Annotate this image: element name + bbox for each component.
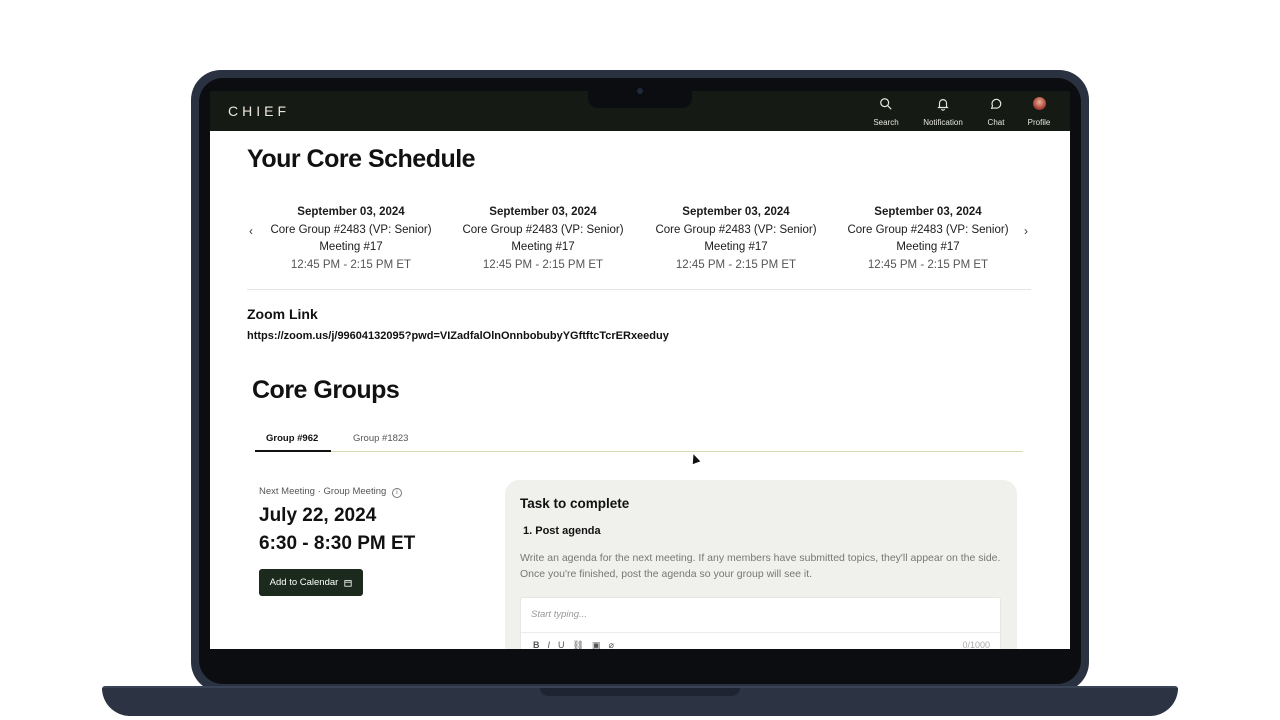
schedule-card[interactable]: September 03, 2024 Core Group #2483 (VP:… [843,204,1013,274]
card-time: 12:45 PM - 2:15 PM ET [482,258,604,271]
nav-chat-label: Chat [987,118,1005,127]
italic-icon[interactable]: I [548,640,551,649]
tab-group-962[interactable]: Group #962 [266,433,318,444]
active-tab-indicator [255,450,331,452]
avatar [1032,97,1046,110]
nav-search[interactable]: Search [858,97,914,127]
section-divider [247,289,1031,290]
task-description: Write an agenda for the next meeting. If… [520,552,1001,580]
editor-divider [521,632,1000,633]
schedule-card[interactable]: September 03, 2024 Core Group #2483 (VP:… [266,204,436,274]
app-screen: CHIEF Search Notification Chat Profile Y… [210,91,1070,649]
card-group: Core Group #2483 (VP: Senior) [462,223,624,236]
next-meeting-date: July 22, 2024 [259,505,377,526]
bell-icon [915,97,971,115]
card-meeting: Meeting #17 [319,241,383,253]
search-icon [858,97,914,115]
card-meeting: Meeting #17 [704,241,768,253]
underline-icon[interactable]: U [558,640,565,649]
character-counter: 0/1000 [962,640,990,649]
next-meeting-label: Next Meeting · Group Meeting i [259,486,402,498]
meeting-type: Group Meeting [323,486,387,497]
nav-notification[interactable]: Notification [915,97,971,127]
nav-profile[interactable]: Profile [1011,97,1067,127]
add-to-calendar-button[interactable]: Add to Calendar [259,569,363,596]
card-meeting: Meeting #17 [511,241,575,253]
card-time: 12:45 PM - 2:15 PM ET [290,258,412,271]
agenda-editor[interactable]: Start typing... B I U ⛓ ▣ ⌀ 0/1000 [520,597,1001,649]
image-icon[interactable]: ▣ [592,640,601,649]
task-step: 1. Post agenda [523,525,601,537]
editor-placeholder[interactable]: Start typing... [531,609,587,620]
carousel-next-arrow[interactable]: › [1024,224,1028,238]
card-time: 12:45 PM - 2:15 PM ET [867,258,989,271]
schedule-card[interactable]: September 03, 2024 Core Group #2483 (VP:… [458,204,628,274]
card-time: 12:45 PM - 2:15 PM ET [675,258,797,271]
bold-icon[interactable]: B [533,640,540,649]
link-icon[interactable]: ⛓ [573,640,584,649]
nav-search-label: Search [873,118,899,127]
card-group: Core Group #2483 (VP: Senior) [655,223,817,236]
chief-logo[interactable]: CHIEF [228,103,290,119]
next-meeting-time: 6:30 - 8:30 PM ET [259,533,416,554]
card-date: September 03, 2024 [682,206,790,218]
tab-group-1823[interactable]: Group #1823 [353,433,408,444]
editor-toolbar: B I U ⛓ ▣ ⌀ [533,640,614,649]
card-group: Core Group #2483 (VP: Senior) [847,223,1009,236]
profile-icon-wrap [1011,97,1067,115]
core-groups-title: Core Groups [252,376,400,404]
next-meeting-text: Next Meeting [259,486,315,497]
card-date: September 03, 2024 [489,206,597,218]
card-meeting: Meeting #17 [896,241,960,253]
carousel-prev-arrow[interactable]: ‹ [249,224,253,238]
zoom-link-url[interactable]: https://zoom.us/j/99604132095?pwd=VIZadf… [247,330,669,342]
mouse-cursor-icon [689,452,701,465]
laptop-groove [540,688,740,696]
add-to-calendar-label: Add to Calendar [269,577,339,588]
attach-icon[interactable]: ⌀ [608,640,613,649]
info-icon[interactable]: i [391,488,402,498]
card-date: September 03, 2024 [297,206,405,218]
card-group: Core Group #2483 (VP: Senior) [270,223,432,236]
tab-bar-line [255,451,1023,452]
schedule-card[interactable]: September 03, 2024 Core Group #2483 (VP:… [651,204,821,274]
task-panel: Task to complete 1. Post agenda Write an… [505,480,1017,649]
camera-icon [637,88,643,94]
card-date: September 03, 2024 [874,206,982,218]
nav-profile-label: Profile [1027,118,1051,127]
calendar-icon [344,579,352,587]
task-title: Task to complete [520,496,630,511]
zoom-link-title: Zoom Link [247,306,318,322]
page-title: Your Core Schedule [247,145,476,173]
nav-notification-label: Notification [923,118,963,127]
